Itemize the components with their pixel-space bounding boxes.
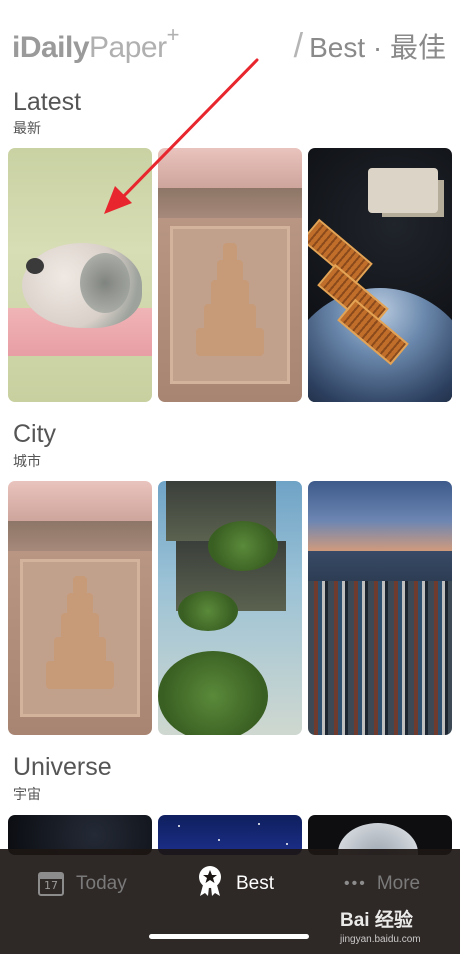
wallpaper-thumb-minaret[interactable] xyxy=(158,148,302,402)
section-title-universe: Universe xyxy=(13,753,112,781)
wallpaper-thumb-panda[interactable] xyxy=(8,148,152,402)
calendar-date: 17 xyxy=(44,879,58,892)
tab-today[interactable]: 17 Today xyxy=(38,867,127,901)
tab-best-label: Best xyxy=(236,873,275,894)
section-subtitle-latest: 最新 xyxy=(13,120,41,136)
section-city: City 城市 xyxy=(0,420,460,740)
section-universe: Universe 宇宙 xyxy=(0,753,460,855)
wallpaper-thumb-space-station[interactable] xyxy=(308,148,452,402)
watermark-url: jingyan.baidu.com xyxy=(340,934,421,945)
section-title-city: City xyxy=(13,420,57,448)
page-title: / Best · 最佳 xyxy=(294,26,446,66)
watermark-logo: Bai 经验 xyxy=(340,910,413,931)
tab-today-label: Today xyxy=(76,873,127,894)
section-subtitle-universe: 宇宙 xyxy=(13,786,41,802)
page-title-text: Best · 最佳 xyxy=(309,32,446,63)
section-subtitle-city: 城市 xyxy=(13,453,41,469)
home-indicator[interactable] xyxy=(149,934,309,939)
title-slash: / xyxy=(293,27,304,65)
wallpaper-thumb-minaret-city[interactable] xyxy=(8,481,152,735)
wallpaper-thumb-vertical-forest[interactable] xyxy=(158,481,302,735)
tab-more-label: More xyxy=(376,873,421,894)
tab-more[interactable]: ••• More xyxy=(344,867,420,901)
app-logo: iDailyPaper+ xyxy=(12,22,179,65)
award-star-icon xyxy=(196,865,224,903)
section-latest: Latest 最新 xyxy=(0,86,460,406)
logo-plus: + xyxy=(166,22,180,47)
wallpaper-thumb-container-port[interactable] xyxy=(308,481,452,735)
tab-best[interactable]: Best xyxy=(196,865,275,903)
app-header: iDailyPaper+ / Best · 最佳 xyxy=(0,0,460,80)
logo-idaily: iDaily xyxy=(12,31,90,64)
logo-paper: Paper xyxy=(89,31,167,64)
section-title-latest: Latest xyxy=(13,88,82,116)
watermark: Bai 经验 jingyan.baidu.com xyxy=(340,905,421,945)
calendar-icon: 17 xyxy=(38,872,64,896)
more-dots-icon: ••• xyxy=(344,875,367,892)
